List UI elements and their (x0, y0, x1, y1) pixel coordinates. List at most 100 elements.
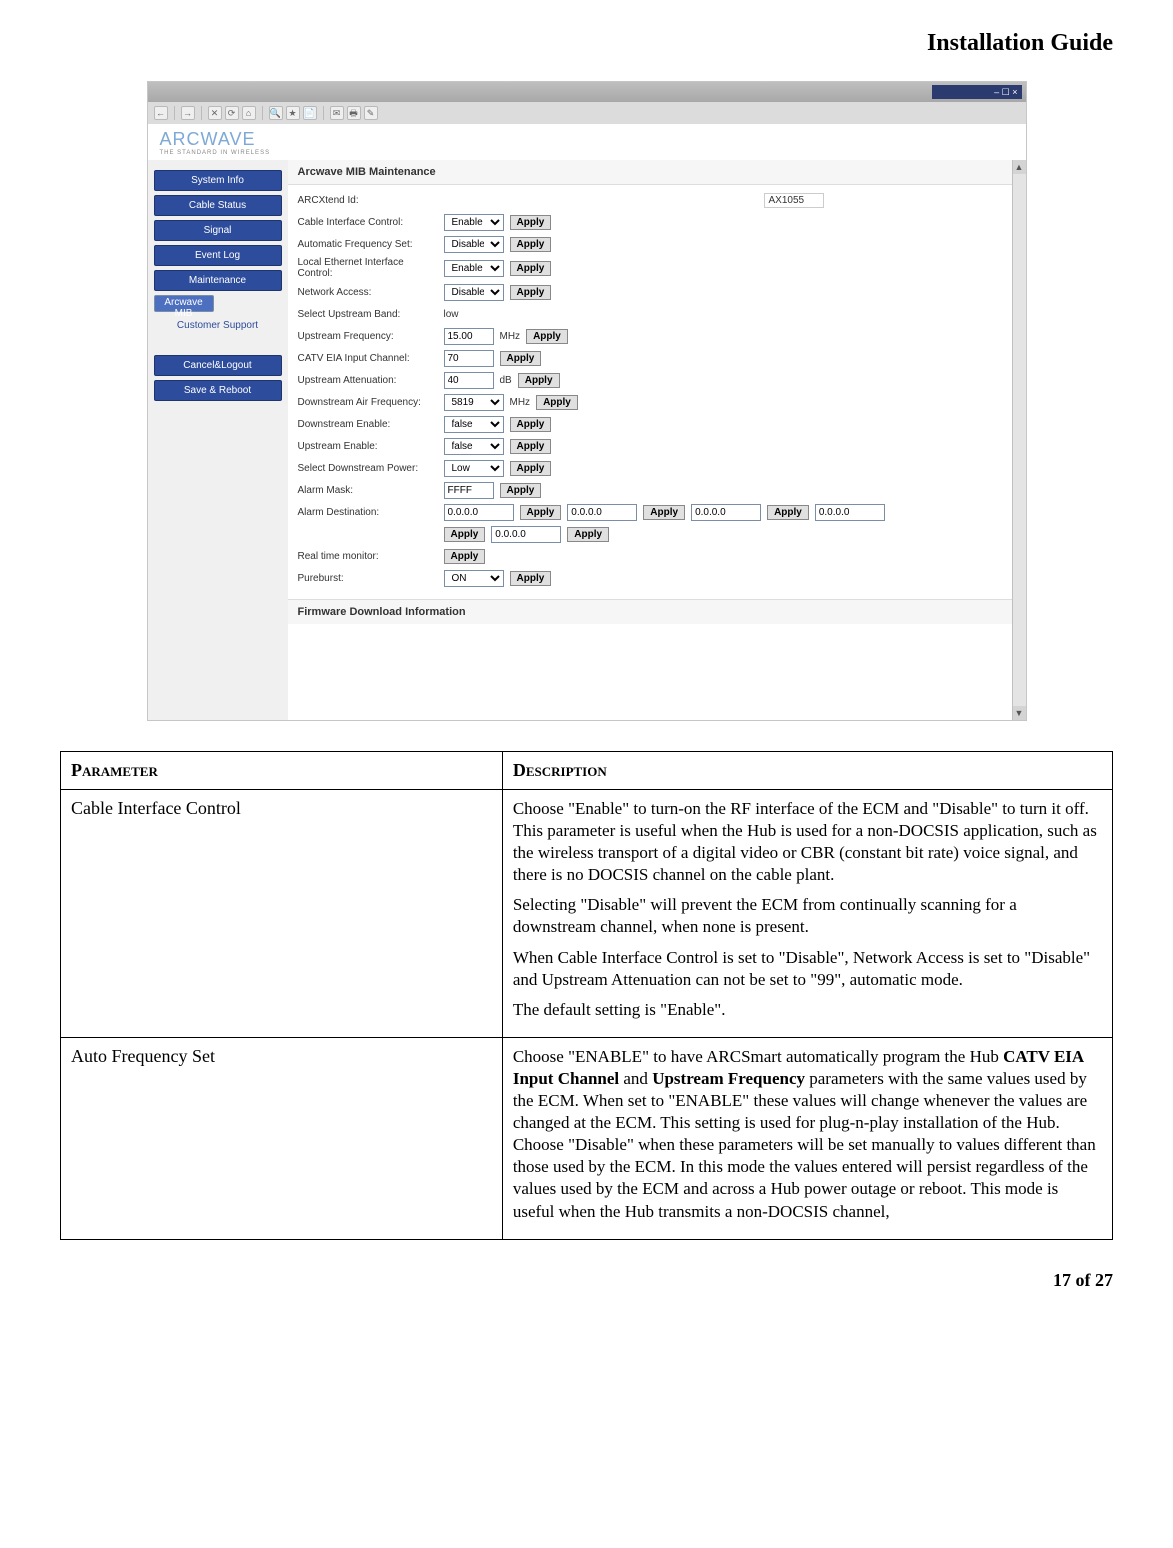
main-panel: Arcwave MIB Maintenance ARCXtend Id: AX1… (288, 160, 1026, 720)
alarm-dest-input-3[interactable] (691, 504, 761, 521)
stop-icon[interactable]: ✕ (208, 106, 222, 120)
home-icon[interactable]: ⌂ (242, 106, 256, 120)
alarm-mask-label: Alarm Mask: (298, 485, 438, 496)
cancel-logout-button[interactable]: Cancel&Logout (154, 355, 282, 376)
apply-button[interactable]: Apply (510, 439, 552, 454)
page-title: Installation Guide (60, 30, 1113, 57)
apply-button[interactable]: Apply (444, 527, 486, 542)
cable-interface-control-label: Cable Interface Control: (298, 217, 438, 228)
apply-button[interactable]: Apply (510, 237, 552, 252)
apply-button[interactable]: Apply (567, 527, 609, 542)
separator (323, 106, 324, 120)
alarm-dest-input-4[interactable] (815, 504, 885, 521)
catv-eia-input-channel-input[interactable] (444, 350, 494, 367)
sidebar-item-signal[interactable]: Signal (154, 220, 282, 241)
upstream-enable-select[interactable]: false (444, 438, 504, 455)
alarm-mask-input[interactable] (444, 482, 494, 499)
save-reboot-button[interactable]: Save & Reboot (154, 380, 282, 401)
apply-button[interactable]: Apply (510, 461, 552, 476)
window-controls[interactable]: – ☐ × (932, 85, 1022, 99)
separator (262, 106, 263, 120)
alarm-dest-input-1[interactable] (444, 504, 514, 521)
separator (201, 106, 202, 120)
apply-button[interactable]: Apply (643, 505, 685, 520)
history-icon[interactable]: 📄 (303, 106, 317, 120)
mail-icon[interactable]: ✉ (330, 106, 344, 120)
apply-button[interactable]: Apply (510, 261, 552, 276)
apply-button[interactable]: Apply (500, 483, 542, 498)
select-downstream-power-label: Select Downstream Power: (298, 463, 438, 474)
network-access-label: Network Access: (298, 287, 438, 298)
upstream-frequency-label: Upstream Frequency: (298, 331, 438, 342)
downstream-air-frequency-select[interactable]: 5819 (444, 394, 504, 411)
real-time-monitor-label: Real time monitor: (298, 551, 438, 562)
upstream-frequency-input[interactable] (444, 328, 494, 345)
select-upstream-band-value: low (444, 309, 459, 320)
param-cell: Auto Frequency Set (61, 1037, 503, 1239)
desc-paragraph: Choose "Enable" to turn-on the RF interf… (513, 798, 1102, 886)
unit-mhz: MHz (510, 397, 531, 408)
apply-button[interactable]: Apply (518, 373, 560, 388)
apply-button[interactable]: Apply (536, 395, 578, 410)
sidebar: System Info Cable Status Signal Event Lo… (148, 160, 288, 720)
logo: ARCWAVE (160, 129, 271, 150)
apply-button[interactable]: Apply (510, 417, 552, 432)
network-access-select[interactable]: Disable (444, 284, 504, 301)
alarm-dest-input-2[interactable] (567, 504, 637, 521)
table-row: Cable Interface ControlChoose "Enable" t… (61, 790, 1113, 1038)
col-parameter: Parameter (61, 752, 503, 790)
catv-eia-input-channel-label: CATV EIA Input Channel: (298, 353, 438, 364)
downstream-air-frequency-label: Downstream Air Frequency: (298, 397, 438, 408)
alarm-dest-input-5[interactable] (491, 526, 561, 543)
apply-button[interactable]: Apply (526, 329, 568, 344)
apply-button[interactable]: Apply (520, 505, 562, 520)
print-icon[interactable]: 🖶 (347, 106, 361, 120)
logo-sub: THE STANDARD IN WIRELESS (160, 150, 271, 156)
local-ethernet-interface-control-label: Local Ethernet Interface Control: (298, 257, 438, 279)
favorites-icon[interactable]: ★ (286, 106, 300, 120)
sidebar-customer-support[interactable]: Customer Support (154, 316, 282, 335)
separator (174, 106, 175, 120)
apply-button[interactable]: Apply (510, 215, 552, 230)
apply-button[interactable]: Apply (500, 351, 542, 366)
cable-interface-control-select[interactable]: Enable (444, 214, 504, 231)
downstream-enable-label: Downstream Enable: (298, 419, 438, 430)
arcxtend-id-label: ARCXtend Id: (298, 195, 438, 206)
table-row: Auto Frequency SetChoose "ENABLE" to hav… (61, 1037, 1113, 1239)
sidebar-item-cable-status[interactable]: Cable Status (154, 195, 282, 216)
desc-cell: Choose "Enable" to turn-on the RF interf… (502, 790, 1112, 1038)
edit-icon[interactable]: ✎ (364, 106, 378, 120)
sidebar-item-event-log[interactable]: Event Log (154, 245, 282, 266)
browser-window: – ☐ × ← → ✕ ⟳ ⌂ 🔍 ★ 📄 ✉ 🖶 ✎ ARCWAVE THE … (147, 81, 1027, 721)
scroll-up-icon[interactable]: ▲ (1013, 160, 1026, 174)
upstream-attenuation-input[interactable] (444, 372, 494, 389)
parameter-table: Parameter Description Cable Interface Co… (60, 751, 1113, 1240)
downstream-enable-select[interactable]: false (444, 416, 504, 433)
scrollbar[interactable]: ▲ ▼ (1012, 160, 1026, 720)
panel-title: Arcwave MIB Maintenance (288, 160, 1026, 185)
col-description: Description (502, 752, 1112, 790)
apply-button[interactable]: Apply (510, 571, 552, 586)
sidebar-item-maintenance[interactable]: Maintenance (154, 270, 282, 291)
apply-button[interactable]: Apply (510, 285, 552, 300)
select-downstream-power-select[interactable]: Low (444, 460, 504, 477)
auto-frequency-set-label: Automatic Frequency Set: (298, 239, 438, 250)
apply-button[interactable]: Apply (444, 549, 486, 564)
upstream-attenuation-label: Upstream Attenuation: (298, 375, 438, 386)
sidebar-item-arcwave-mib[interactable]: Arcwave MIB (154, 295, 214, 312)
apply-button[interactable]: Apply (767, 505, 809, 520)
desc-paragraph: The default setting is "Enable". (513, 999, 1102, 1021)
sidebar-item-system-info[interactable]: System Info (154, 170, 282, 191)
unit-db: dB (500, 375, 512, 386)
header: ARCWAVE THE STANDARD IN WIRELESS (148, 124, 1026, 160)
pureburst-select[interactable]: ON (444, 570, 504, 587)
local-ethernet-interface-control-select[interactable]: Enable (444, 260, 504, 277)
refresh-icon[interactable]: ⟳ (225, 106, 239, 120)
auto-frequency-set-select[interactable]: Disable (444, 236, 504, 253)
scroll-down-icon[interactable]: ▼ (1013, 706, 1026, 720)
back-icon[interactable]: ← (154, 106, 168, 120)
forward-icon[interactable]: → (181, 106, 195, 120)
alarm-destination-label: Alarm Destination: (298, 507, 438, 518)
search-icon[interactable]: 🔍 (269, 106, 283, 120)
page-footer: 17 of 27 (60, 1270, 1113, 1291)
